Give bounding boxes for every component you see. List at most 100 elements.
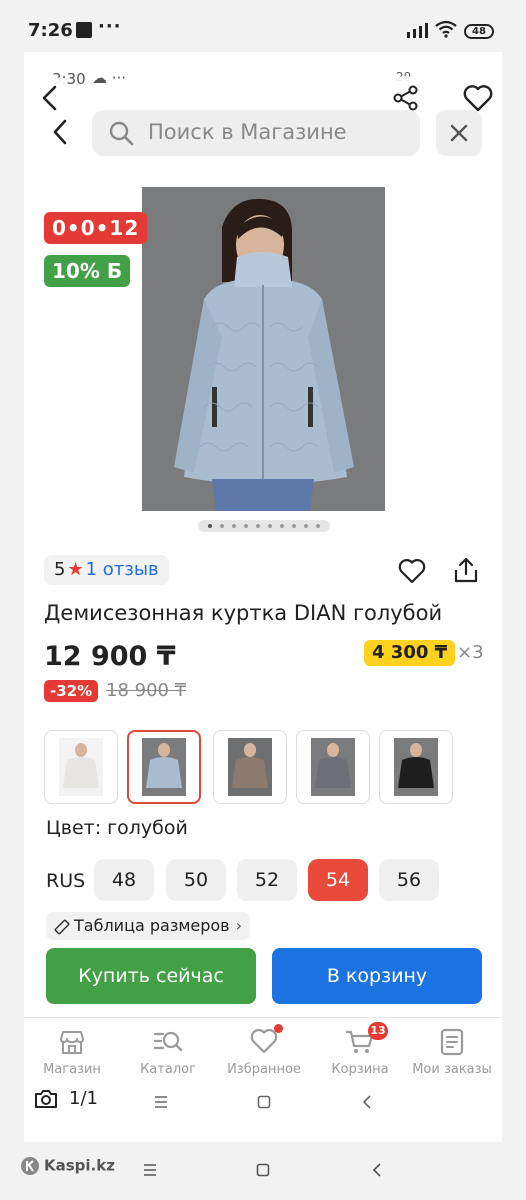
share-icon (393, 85, 418, 111)
carousel-dot (292, 524, 296, 528)
kaspi-logo-icon (20, 1156, 40, 1176)
store-icon (58, 1028, 86, 1056)
heart-icon (250, 1028, 278, 1054)
heart-icon (398, 559, 426, 584)
color-swatch-black[interactable] (379, 730, 453, 804)
notification-dot (274, 1024, 283, 1033)
brand-watermark: Kaspi.kz (20, 1156, 115, 1176)
size-table-link[interactable]: Таблица размеров › (46, 912, 251, 940)
back-nav-icon[interactable] (362, 1094, 372, 1110)
color-swatch-blue[interactable] (127, 730, 201, 804)
add-to-cart-button[interactable]: В корзину (272, 948, 482, 1004)
menu-nav-icon[interactable] (143, 1164, 157, 1176)
upload-share-icon (454, 557, 478, 583)
clear-search-button[interactable] (436, 110, 482, 156)
jacket-thumbnail (142, 738, 186, 796)
product-title: Демисезонная куртка DIAN голубой (44, 601, 443, 625)
tab-label: Избранное (227, 1062, 301, 1077)
cloud-icon: ☁ ··· (92, 69, 127, 87)
tab-my-orders[interactable]: Мои заказы (404, 1018, 500, 1082)
bonus-badge: 10% Б (44, 255, 131, 287)
jacket-thumbnail (394, 738, 438, 796)
search-placeholder: Поиск в Магазине (148, 120, 347, 144)
catalog-search-icon (153, 1028, 183, 1056)
chevron-right-icon: › (235, 916, 243, 935)
tab-label: Магазин (43, 1062, 101, 1077)
color-swatch-mocha[interactable] (213, 730, 287, 804)
buy-now-button[interactable]: Купить сейчас (46, 948, 256, 1004)
carousel-dot (208, 524, 212, 528)
menu-nav-icon[interactable] (154, 1096, 168, 1108)
app-screen: 3:30 ☁ ··· 29 Поиск в Магазине (24, 52, 502, 1142)
selected-color-label: Цвет: голубой (46, 817, 188, 839)
jacket-thumbnail (311, 738, 355, 796)
image-carousel-indicator[interactable] (198, 520, 330, 532)
home-nav-icon[interactable] (256, 1163, 270, 1177)
favorite-small-button[interactable] (398, 558, 426, 584)
installment-multiplier: ×3 (457, 642, 484, 663)
upload-notification-icon (76, 22, 92, 38)
tab-label: Мои заказы (412, 1062, 492, 1077)
carousel-dot (256, 524, 260, 528)
jacket-thumbnail (228, 738, 272, 796)
signal-icon (406, 22, 430, 38)
size-option[interactable]: 52 (237, 859, 297, 901)
heart-icon (463, 85, 493, 112)
brand-name: Kaspi.kz (44, 1156, 115, 1175)
carousel-dot (244, 524, 248, 528)
carousel-dot (316, 524, 320, 528)
battery-icon: 48 (464, 24, 494, 39)
close-icon (450, 124, 468, 142)
rating-score: 5 (54, 559, 66, 580)
old-price: 18 900 ₸ (106, 680, 187, 701)
search-input[interactable]: Поиск в Магазине (92, 110, 420, 156)
carousel-dot (280, 524, 284, 528)
tab-label: Каталог (140, 1062, 196, 1077)
chevron-left-icon (53, 119, 67, 145)
tab-catalog[interactable]: Каталог (120, 1018, 216, 1082)
search-icon (108, 120, 134, 146)
chevron-left-icon (42, 85, 57, 111)
installment-price[interactable]: 4 300 ₸ (364, 640, 456, 666)
size-option-selected[interactable]: 54 (308, 859, 368, 901)
close-search-back-button[interactable] (50, 118, 70, 146)
size-option[interactable]: 50 (166, 859, 226, 901)
system-nav-bar: Kaspi.kz (0, 1142, 526, 1200)
jacket-thumbnail (59, 738, 103, 796)
size-system-label: RUS (46, 870, 86, 892)
share-small-button[interactable] (452, 556, 480, 584)
wifi-icon (435, 20, 457, 38)
size-table-label: Таблица размеров (74, 916, 230, 935)
home-nav-icon[interactable] (257, 1095, 271, 1109)
reviews-count: 1 отзыв (85, 559, 159, 580)
tab-label: Корзина (331, 1062, 389, 1077)
carousel-dot (232, 524, 236, 528)
more-notifications-icon: ··· (98, 16, 122, 37)
status-bar: 7:26 ··· 48 (0, 0, 526, 60)
discount-badge: -32% (44, 680, 99, 702)
color-swatch-white[interactable] (44, 730, 118, 804)
tab-favorites[interactable]: Избранное (216, 1018, 312, 1082)
carousel-dot (220, 524, 224, 528)
page-counter: 1/1 (69, 1088, 98, 1109)
tab-cart[interactable]: 13 Корзина (312, 1018, 408, 1082)
back-nav-icon[interactable] (372, 1162, 382, 1178)
camera-icon[interactable] (34, 1088, 58, 1110)
orders-icon (439, 1028, 465, 1056)
size-option[interactable]: 48 (94, 859, 154, 901)
ruler-icon (54, 919, 70, 935)
size-option[interactable]: 56 (379, 859, 439, 901)
carousel-dot (268, 524, 272, 528)
rating-reviews-link[interactable]: 5 ★ 1 отзыв (44, 555, 169, 585)
jacket-photo (142, 187, 385, 511)
star-icon: ★ (67, 559, 84, 580)
color-swatch-grey[interactable] (296, 730, 370, 804)
product-image[interactable] (142, 187, 385, 511)
bottom-tab-bar: Магазин Каталог Избранное 13 Корзина Мои… (24, 1017, 502, 1081)
product-price: 12 900 ₸ (44, 641, 176, 672)
back-button[interactable] (28, 76, 72, 120)
status-time: 7:26 (28, 20, 73, 41)
carousel-dot (304, 524, 308, 528)
cart-count-badge: 13 (368, 1022, 388, 1040)
tab-store[interactable]: Магазин (24, 1018, 120, 1082)
